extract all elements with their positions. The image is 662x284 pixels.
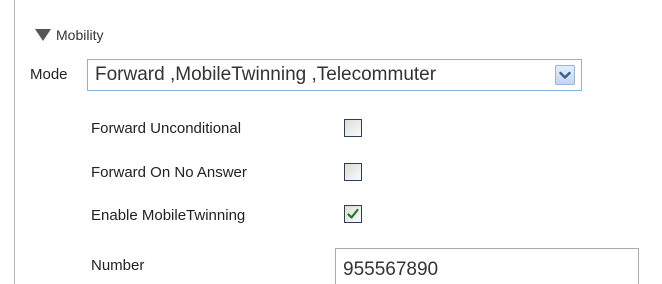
forward-unconditional-checkbox[interactable]	[344, 119, 362, 137]
triangle-down-icon[interactable]	[35, 29, 51, 41]
forward-unconditional-label: Forward Unconditional	[91, 120, 242, 137]
enable-mobiletwinning-label: Enable MobileTwinning	[91, 207, 246, 224]
mobility-panel: Mobility Mode Forward ,MobileTwinning ,T…	[0, 0, 662, 284]
mode-select[interactable]: Forward ,MobileTwinning ,Telecommuter	[87, 59, 582, 91]
left-divider	[14, 0, 15, 284]
chevron-down-icon[interactable]	[555, 65, 575, 85]
mobility-section-toggle[interactable]: Mobility	[35, 24, 103, 46]
forward-no-answer-label: Forward On No Answer	[91, 164, 247, 181]
mode-select-value[interactable]: Forward ,MobileTwinning ,Telecommuter	[88, 64, 555, 86]
check-icon	[347, 208, 359, 219]
mode-label: Mode	[30, 66, 68, 83]
number-input[interactable]	[335, 248, 639, 284]
forward-no-answer-checkbox[interactable]	[344, 163, 362, 181]
section-title[interactable]: Mobility	[56, 27, 103, 43]
enable-mobiletwinning-checkbox[interactable]	[344, 205, 362, 223]
number-label: Number	[91, 257, 145, 274]
